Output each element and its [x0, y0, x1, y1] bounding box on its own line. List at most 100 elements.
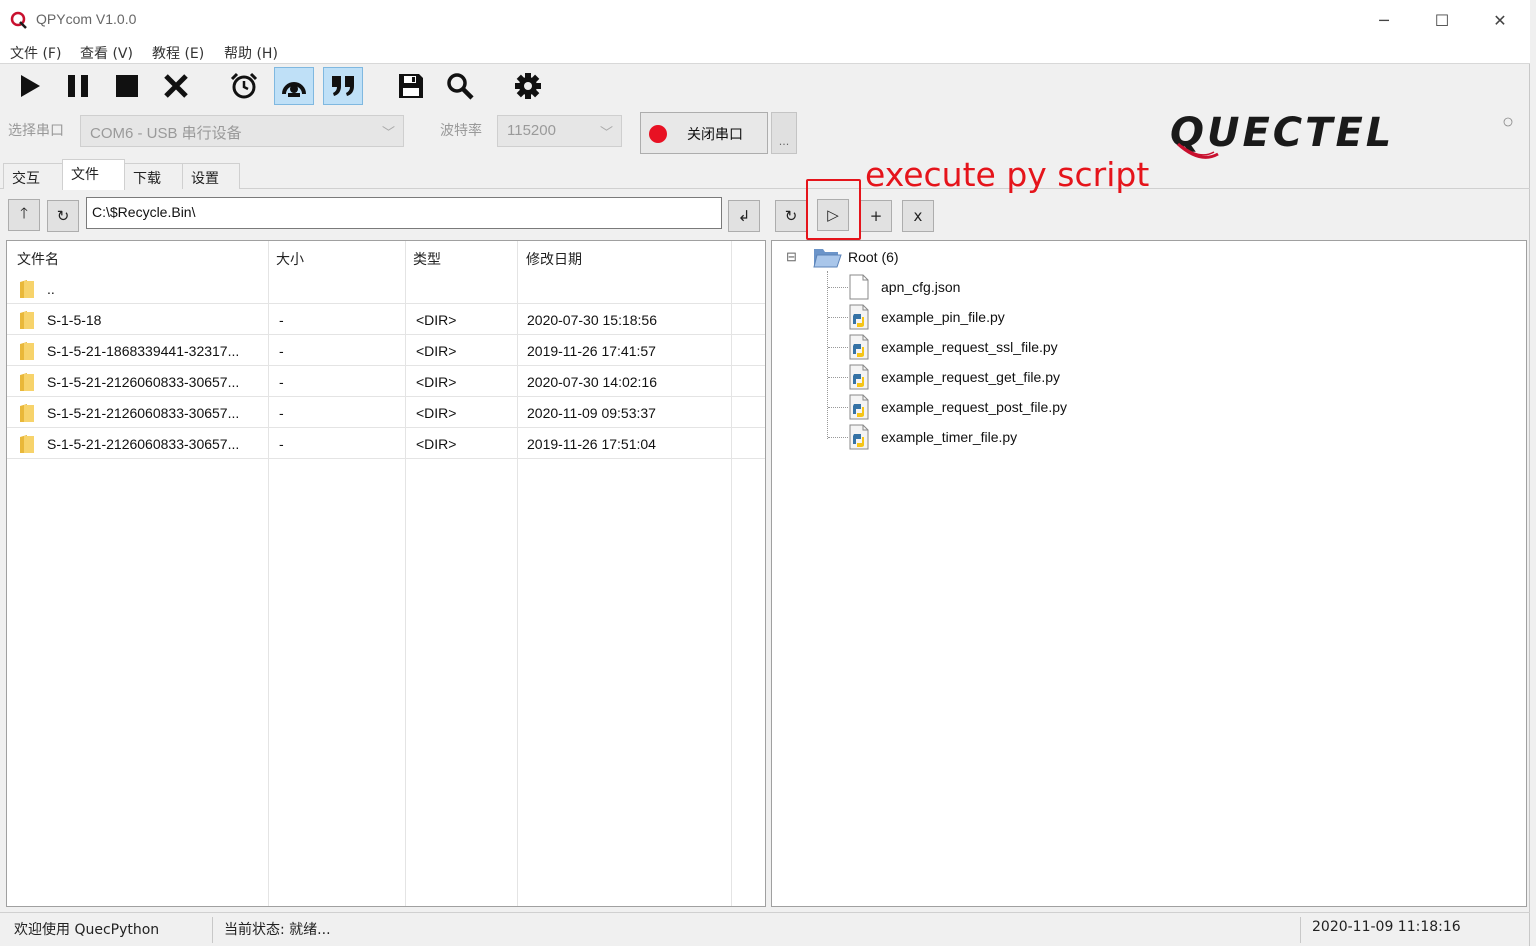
search-icon — [447, 73, 474, 100]
cell-name: S-1-5-18 — [47, 312, 102, 328]
table-row[interactable]: S-1-5-18 - <DIR> 2020-07-30 15:18:56 — [7, 304, 765, 335]
tab-interaction[interactable]: 交互 — [3, 163, 63, 189]
local-file-list: 文件名 大小 类型 修改日期 .. S-1-5-18 - <DIR> 2020-07-3… — [6, 240, 766, 907]
close-port-button[interactable]: 关闭串口 — [640, 112, 768, 154]
quectel-logo: QUECTEL — [1170, 110, 1513, 159]
tree-file-label: example_timer_file.py — [881, 429, 1018, 445]
baud-label: 波特率 — [440, 123, 482, 139]
cell-date: 2020-07-30 14:02:16 — [527, 374, 657, 390]
quote-icon — [332, 76, 354, 96]
record-button[interactable] — [274, 67, 314, 105]
cell-type: <DIR> — [416, 374, 457, 390]
tab-download[interactable]: 下载 — [124, 163, 183, 189]
device-file-tree: ⊟ Root (6) apn_cfg.json example_pin_file.… — [771, 240, 1527, 907]
python-file-icon — [849, 424, 869, 450]
python-file-icon — [849, 304, 869, 330]
tree-file-item[interactable]: example_request_ssl_file.py — [848, 334, 1168, 362]
cell-type: <DIR> — [416, 343, 457, 359]
menu-help[interactable]: 帮助 (H) — [224, 43, 278, 63]
parent-dir-button[interactable]: 🡑 — [8, 199, 40, 231]
timer-button[interactable] — [224, 67, 264, 105]
table-row[interactable]: S-1-5-21-1868339441-32317... - <DIR> 2019-1… — [7, 335, 765, 366]
more-options-button[interactable]: ... — [771, 112, 797, 154]
cell-name: S-1-5-21-2126060833-30657... — [47, 405, 240, 421]
quote-button[interactable] — [323, 67, 363, 105]
port-select[interactable]: COM6 - USB 串行设备 ﹀ — [80, 115, 404, 147]
tree-file-item[interactable]: example_timer_file.py — [848, 424, 1168, 452]
status-welcome: 欢迎使用 QuecPython — [14, 922, 160, 938]
close-window-button[interactable]: ✕ — [1471, 0, 1529, 40]
device-refresh-button[interactable]: ↻ — [775, 200, 807, 232]
port-select-value: COM6 - USB 串行设备 — [90, 125, 242, 142]
file-icon — [849, 274, 869, 300]
open-folder-icon — [813, 249, 842, 268]
maximize-button[interactable]: ☐ — [1413, 0, 1471, 40]
cell-size: - — [279, 436, 284, 452]
app-logo-icon — [10, 11, 27, 29]
toolbar — [0, 65, 1530, 109]
python-file-icon — [849, 334, 869, 360]
baud-select[interactable]: 115200 ﹀ — [497, 115, 622, 147]
add-file-button[interactable]: + — [860, 200, 892, 232]
tree-file-label: example_pin_file.py — [881, 309, 1005, 325]
cell-size: - — [279, 405, 284, 421]
table-row[interactable]: S-1-5-21-2126060833-30657... - <DIR> 2019-1… — [7, 428, 765, 459]
record-icon — [282, 82, 306, 97]
folder-icon — [20, 342, 34, 360]
alarm-clock-icon — [230, 72, 258, 99]
settings-button[interactable] — [508, 67, 548, 105]
tree-file-item[interactable]: example_request_post_file.py — [848, 394, 1168, 422]
tree-file-item[interactable]: apn_cfg.json — [848, 274, 1168, 302]
menu-tutorial[interactable]: 教程 (E) — [152, 43, 204, 63]
chevron-down-icon: ﹀ — [599, 125, 613, 140]
folder-icon — [20, 404, 34, 422]
minimize-button[interactable]: ─ — [1355, 0, 1413, 40]
status-divider — [1300, 917, 1301, 943]
clear-button[interactable] — [156, 67, 196, 105]
tree-file-label: example_request_get_file.py — [881, 369, 1061, 385]
local-path-input[interactable]: C:\$Recycle.Bin\ — [86, 197, 722, 229]
pause-button[interactable] — [58, 67, 98, 105]
cell-size: - — [279, 312, 284, 328]
folder-icon — [20, 311, 34, 329]
tree-file-item[interactable]: example_pin_file.py — [848, 304, 1168, 332]
menu-file[interactable]: 文件 (F) — [10, 43, 61, 63]
column-header-name[interactable]: 文件名 — [17, 249, 59, 269]
save-icon — [399, 74, 423, 98]
local-path-bar: 🡑 ↻ C:\$Recycle.Bin\ ↲ — [0, 190, 766, 238]
column-header-type[interactable]: 类型 — [413, 249, 441, 269]
table-row[interactable]: .. — [7, 273, 765, 304]
tree-line — [828, 377, 848, 378]
status-time: 2020-11-09 11:18:16 — [1312, 919, 1461, 935]
tree-file-item[interactable]: example_request_get_file.py — [848, 364, 1168, 392]
go-path-button[interactable]: ↲ — [728, 200, 760, 232]
chevron-down-icon: ﹀ — [381, 125, 395, 140]
annotation-label: execute py script — [865, 155, 1150, 194]
status-divider — [212, 917, 213, 943]
app-window: QPYcom V1.0.0 ─ ☐ ✕ 文件 (F) 查看 (V) 教程 (E)… — [0, 0, 1530, 946]
tab-files[interactable]: 文件 — [62, 159, 125, 190]
collapse-toggle[interactable]: ⊟ — [786, 249, 797, 265]
cell-date: 2019-11-26 17:51:04 — [527, 436, 656, 452]
menu-view[interactable]: 查看 (V) — [80, 43, 133, 63]
local-refresh-button[interactable]: ↻ — [47, 200, 79, 232]
stop-button[interactable] — [107, 67, 147, 105]
delete-file-button[interactable]: x — [902, 200, 934, 232]
tree-file-label: apn_cfg.json — [881, 279, 961, 295]
tree-root[interactable]: Root (6) — [848, 249, 899, 265]
cell-type: <DIR> — [416, 312, 457, 328]
close-port-label: 关闭串口 — [687, 127, 743, 143]
save-button[interactable] — [391, 67, 431, 105]
baud-select-value: 115200 — [507, 122, 556, 139]
python-file-icon — [849, 394, 869, 420]
column-header-size[interactable]: 大小 — [276, 249, 304, 269]
cell-date: 2019-11-26 17:41:57 — [527, 343, 656, 359]
play-button[interactable] — [10, 67, 50, 105]
table-row[interactable]: S-1-5-21-2126060833-30657... - <DIR> 2020-0… — [7, 366, 765, 397]
table-row[interactable]: S-1-5-21-2126060833-30657... - <DIR> 2020-1… — [7, 397, 765, 428]
cell-name: S-1-5-21-2126060833-30657... — [47, 436, 240, 452]
gear-icon — [515, 73, 541, 99]
tab-settings[interactable]: 设置 — [182, 163, 240, 189]
column-header-date[interactable]: 修改日期 — [526, 249, 582, 269]
search-button[interactable] — [440, 67, 480, 105]
